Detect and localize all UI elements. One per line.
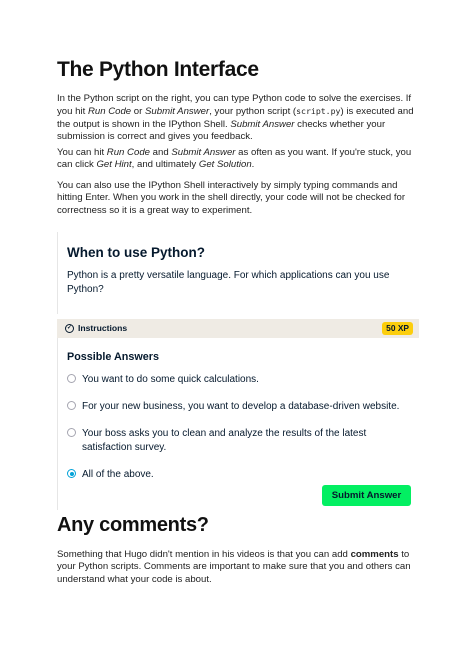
paragraph-intro: In the Python script on the right, you c… (57, 93, 414, 142)
answer-option-4[interactable]: All of the above. (67, 468, 412, 482)
submit-answer-ref-2: Submit Answer (230, 118, 295, 130)
paragraph-shell: You can also use the IPython Shell inter… (57, 180, 406, 216)
submit-answer-ref: Submit Answer (171, 147, 236, 158)
instructions-label: Instructions (78, 323, 128, 333)
radio-button[interactable] (67, 401, 76, 410)
radio-button[interactable] (67, 428, 76, 437)
possible-answers-title: Possible Answers (67, 351, 160, 363)
exercise-card: When to use Python? Python is a pretty v… (57, 232, 419, 510)
answer-label: All of the above. (82, 469, 154, 480)
answer-label: Your boss asks you to clean and analyze … (82, 428, 367, 453)
run-code-ref: Run Code (87, 106, 132, 118)
answer-option-2[interactable]: For your new business, you want to devel… (67, 400, 412, 414)
paragraph-comments: Something that Hugo didn't mention in hi… (57, 549, 411, 585)
check-circle-icon: ✓ (65, 323, 74, 333)
exercise-description: Python is a pretty versatile language. F… (67, 270, 390, 295)
paragraph-buttons: You can hit Run Code and Submit Answer a… (57, 147, 412, 171)
answer-option-3[interactable]: Your boss asks you to clean and analyze … (67, 427, 412, 454)
answers-panel: Possible Answers You want to do some qui… (57, 338, 419, 510)
answer-label: For your new business, you want to devel… (82, 401, 400, 412)
comments-term: comments (350, 549, 399, 560)
radio-button-selected[interactable] (67, 469, 76, 478)
submit-answer-button[interactable]: Submit Answer (322, 485, 411, 506)
answer-label: You want to do some quick calculations. (82, 374, 259, 385)
run-code-ref: Run Code (106, 147, 150, 158)
answer-option-1[interactable]: You want to do some quick calculations. (67, 373, 412, 387)
radio-button[interactable] (67, 374, 76, 383)
get-hint-ref: Get Hint (96, 159, 132, 171)
exercise-title: When to use Python? (67, 245, 205, 260)
script-filename: script.py (296, 106, 341, 117)
page-title: The Python Interface (57, 58, 259, 81)
xp-badge: 50 XP (382, 322, 413, 335)
exercise-header: When to use Python? Python is a pretty v… (57, 232, 419, 314)
get-solution-ref: Get Solution (198, 159, 252, 171)
section-title-comments: Any comments? (57, 514, 209, 536)
submit-answer-ref: Submit Answer (145, 106, 210, 118)
instructions-bar[interactable]: ✓ Instructions 50 XP (57, 319, 419, 338)
